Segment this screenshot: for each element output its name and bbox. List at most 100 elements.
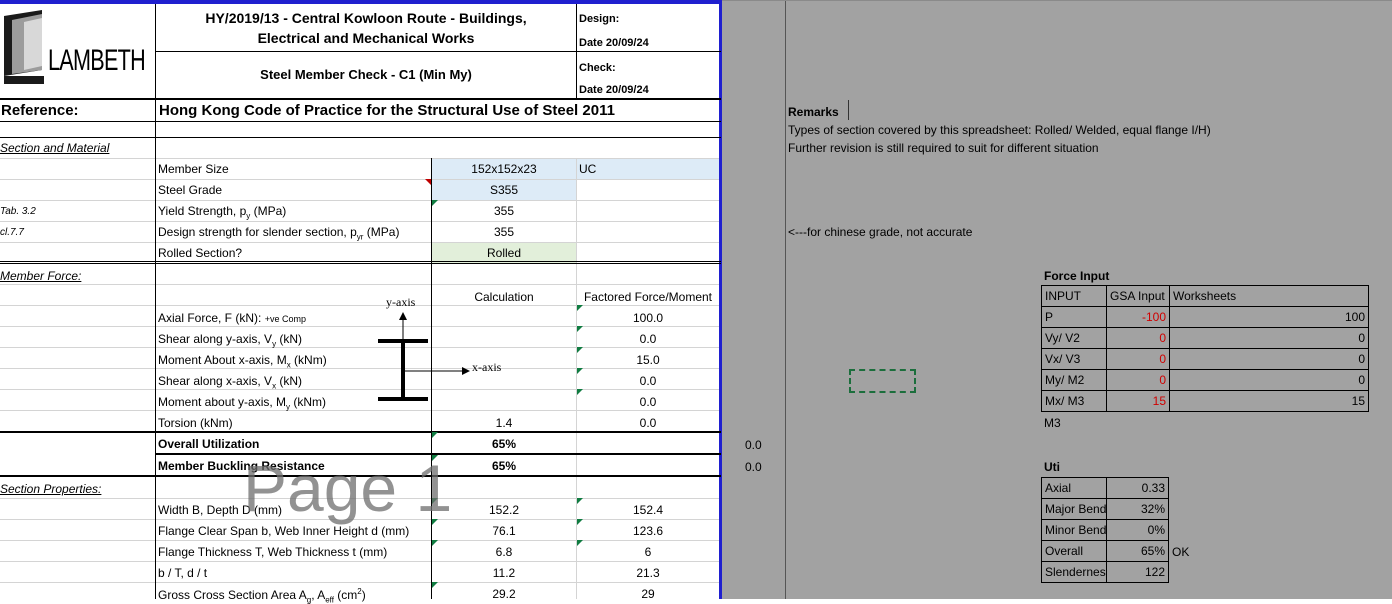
header-line [0,98,721,100]
header-line [155,51,721,52]
project-title: HY/2019/13 - Central Kowloon Route - Bui… [156,8,576,48]
shear-y-label: Shear along y-axis, Vy (kN) [158,332,302,348]
sheet-title: Steel Member Check - C1 (Min My) [260,67,472,82]
member-size-value: 152x152x23 [471,162,537,176]
steel-grade-label: Steel Grade [158,183,223,197]
uti-name: Axial [1041,477,1107,499]
page-break-watermark: Page 1 [243,451,453,525]
side-value-1: 0.0 [745,438,762,452]
gridline [0,305,722,306]
moment-y-value[interactable]: 0.0 [577,395,719,409]
column-line [785,0,786,599]
check-date: Date 20/09/24 [579,84,649,96]
project-line1: HY/2019/13 - Central Kowloon Route - Bui… [205,10,527,26]
input-name: Vy/ V2 [1041,327,1107,349]
grey-top-line [722,0,1392,4]
remarks-cursor [848,100,849,120]
gsa-input[interactable]: 0 [1106,327,1170,349]
uti-name: Major Bend [1041,498,1107,520]
gridline [0,242,722,243]
buckling-value: 65% [491,459,517,473]
torsion-calc: 1.4 [495,416,513,430]
table-row: Slendernes 122 [1041,561,1169,583]
error-indicator [577,519,583,525]
member-force-heading: Member Force: [0,269,82,283]
worksheet-value: 0 [1169,369,1369,391]
prop-row: b / T, d / t [158,566,208,580]
shear-y-text: Shear along y-axis, V [158,332,273,346]
uti-value: 65% [1106,540,1169,562]
axial-value[interactable]: 100.0 [577,311,719,325]
check-label: Check: [579,62,616,74]
member-type-value: UC [579,162,597,176]
prop-v2: 6 [644,545,652,559]
overall-utilization-label: Overall Utilization [158,437,260,451]
logo-text: LAMBETH [48,44,146,77]
shear-y-unit: (kN) [276,332,303,346]
shear-x-unit: (kN) [276,374,303,388]
force-input-note: M3 [1044,416,1061,430]
design-strength-value: 355 [493,225,515,239]
print-area-border-top [0,0,722,4]
force-input-header: INPUT GSA Input Worksheets [1041,285,1369,307]
design-unit: (MPa) [363,225,400,239]
shear-x-label: Shear along x-axis, Vx (kN) [158,374,302,390]
shear-y-value[interactable]: 0.0 [577,332,719,346]
copy-selection-marquee[interactable] [849,369,916,393]
column-line [155,0,156,599]
error-indicator [432,200,438,206]
input-name: Vx/ V3 [1041,348,1107,370]
error-indicator [577,540,583,546]
x-axis-label: x-axis [472,360,502,374]
section-properties-heading: Section Properties: [0,482,102,496]
header-cell: INPUT [1041,285,1107,307]
header-line [0,121,721,122]
gsa-input[interactable]: 0 [1106,348,1170,370]
design-label-text: Design strength for slender section, p [158,225,357,239]
gridline [0,158,722,159]
remarks-line1: Types of section covered by this spreads… [788,123,1211,137]
worksheet-value: 0 [1169,348,1369,370]
gross-area-sub2: eff [325,595,334,604]
gross-area-label: Gross Cross Section Area Ag, Aeff (cm2) [158,587,366,604]
moment-x-text: Moment About x-axis, M [158,353,287,367]
moment-y-label: Moment about y-axis, My (kNm) [158,395,326,411]
force-input-table: INPUT GSA Input Worksheets P -100 100 Vy… [1041,285,1369,412]
table-row: Overall 65% [1041,540,1169,562]
gridline [0,179,722,180]
rolled-label: Rolled Section? [158,246,243,260]
torsion-label: Torsion (kNm) [158,416,233,430]
design-strength-ref: cl.7.7 [0,227,24,238]
error-indicator [432,582,438,588]
uti-name: Minor Bend [1041,519,1107,541]
gross-area-sep: , A [311,588,326,602]
header-cell: GSA Input [1106,285,1170,307]
remarks-title: Remarks [788,105,839,119]
project-line2: Electrical and Mechanical Works [257,30,475,46]
moment-x-value[interactable]: 15.0 [577,353,719,367]
uti-value: 0.33 [1106,477,1169,499]
moment-y-unit: (kNm) [290,395,327,409]
gsa-input[interactable]: -100 [1106,306,1170,328]
gridline [0,389,722,390]
uti-name: Overall [1041,540,1107,562]
table-row: Minor Bend 0% [1041,519,1169,541]
prop-v2: 21.3 [636,566,660,580]
gridline [0,561,722,562]
gsa-input[interactable]: 15 [1106,390,1170,412]
shear-x-value[interactable]: 0.0 [577,374,719,388]
prop-row: Flange Thickness T, Web Thickness t (mm) [158,545,388,559]
table-row: Axial 0.33 [1041,477,1169,499]
force-input-title: Force Input [1044,269,1110,283]
gross-area-unit: (cm [333,588,358,602]
moment-x-unit: (kNm) [290,353,327,367]
input-name: Mx/ M3 [1041,390,1107,412]
gridline [0,368,722,369]
error-indicator [577,368,583,374]
table-row: Vy/ V2 0 0 [1041,327,1369,349]
torsion-value[interactable]: 0.0 [577,416,719,430]
y-axis-label: y-axis [386,295,416,309]
section-line [0,261,721,264]
error-indicator [577,347,583,353]
gsa-input[interactable]: 0 [1106,369,1170,391]
